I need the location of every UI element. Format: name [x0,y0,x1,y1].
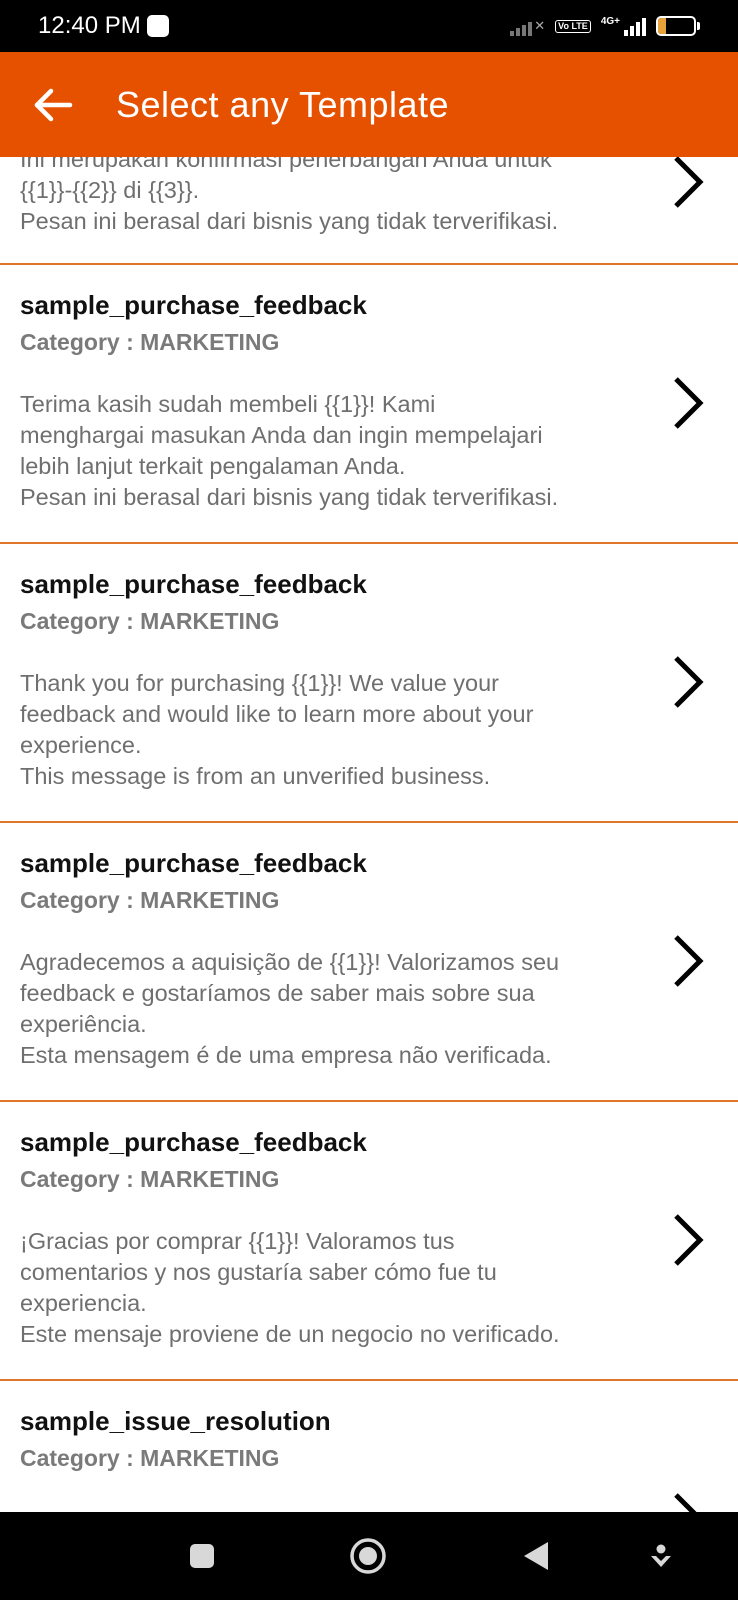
back-icon [524,1542,548,1570]
template-category: Category : MARKETING [20,1445,280,1471]
template-body: Terima kasih sudah membeli {{1}}! Kami m… [20,391,559,510]
template-card[interactable]: sample_purchase_feedback Category : MARK… [0,823,738,1102]
template-category: Category : MARKETING [20,887,280,913]
template-category: Category : MARKETING [20,329,280,355]
template-category: Category : MARKETING [20,608,280,634]
chevron-right-icon [674,656,704,708]
template-name: sample_purchase_feedback [20,1127,367,1157]
page-title: Select any Template [116,83,450,125]
assistant-icon [651,1544,671,1567]
template-name: sample_purchase_feedback [20,569,367,599]
battery-icon: 23 [656,16,700,36]
notification-icon [146,15,169,37]
status-bar: 12:40 PM ✕ Vo LTE 4G+ 23 [0,0,738,52]
volte-icon: Vo LTE [555,19,591,33]
chevron-right-icon [674,1214,704,1266]
network-type: 4G+ [600,15,620,27]
chevron-right-icon [674,377,704,429]
recents-button[interactable] [178,1512,226,1600]
battery-percent: 23 [668,18,684,33]
no-signal-icon: ✕ [534,18,546,33]
app-bar: Select any Template [0,52,738,157]
template-card[interactable]: sample_purchase_feedback Category : MARK… [0,544,738,823]
template-card[interactable]: sample_purchase_feedback Category : MARK… [0,1102,738,1381]
home-icon [350,1538,386,1574]
template-list[interactable]: Ini merupakan konfirmasi penerbangan And… [0,0,738,1512]
back-nav-button[interactable] [516,1512,556,1600]
arrow-left-icon [34,88,73,121]
template-body: ¡Gracias por comprar {{1}}! Valoramos tu… [20,1228,560,1347]
recents-icon [190,1544,214,1568]
template-body: Thank you for purchasing {{1}}! We value… [20,670,534,789]
template-body: Agradecemos a aquisição de {{1}}! Valori… [20,949,560,1068]
chevron-right-icon [674,1493,697,1512]
system-nav-bar [0,1512,738,1600]
status-time: 12:40 PM [38,12,141,39]
template-category: Category : MARKETING [20,1166,280,1192]
template-card[interactable]: sample_issue_resolution Category : MARKE… [0,1381,738,1512]
assistant-button[interactable] [646,1512,676,1600]
back-button[interactable] [24,76,82,134]
template-card[interactable]: sample_purchase_feedback Category : MARK… [0,265,738,544]
template-name: sample_issue_resolution [20,1406,331,1436]
template-name: sample_purchase_feedback [20,290,367,320]
home-button[interactable] [342,1512,394,1600]
template-name: sample_purchase_feedback [20,848,367,878]
chevron-right-icon [674,156,704,208]
signal-sim2-icon [624,16,646,36]
signal-sim1-icon [510,16,533,36]
chevron-right-icon [674,935,704,987]
template-body: Ini merupakan konfirmasi penerbangan And… [20,146,559,234]
